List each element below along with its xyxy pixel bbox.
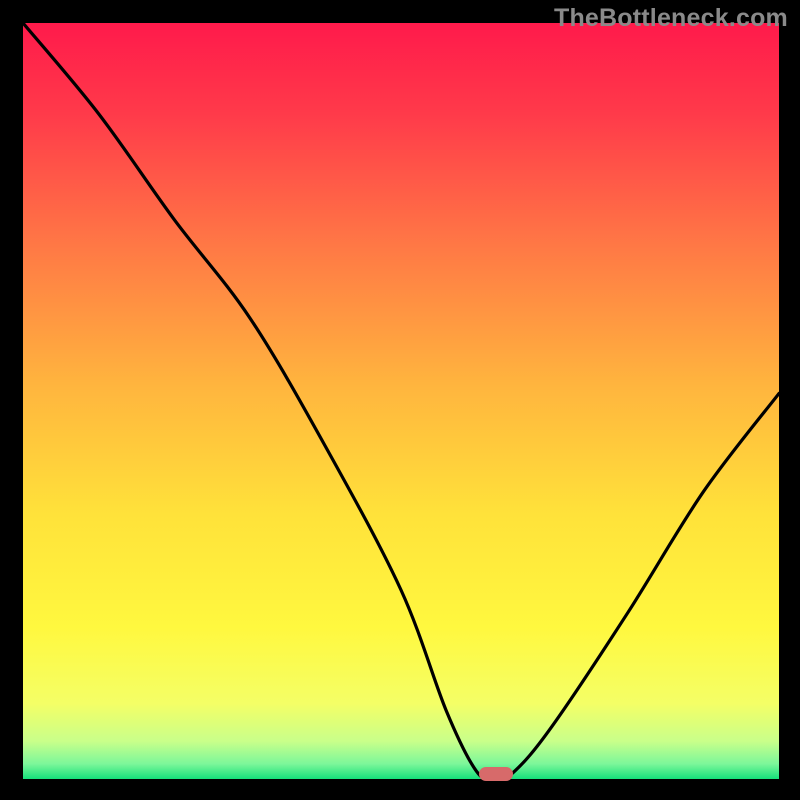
chart-frame: TheBottleneck.com: [0, 0, 800, 800]
plot-area: [23, 23, 779, 779]
watermark-text: TheBottleneck.com: [554, 4, 788, 33]
bottleneck-curve: [23, 23, 779, 779]
optimal-point-marker: [479, 767, 513, 781]
